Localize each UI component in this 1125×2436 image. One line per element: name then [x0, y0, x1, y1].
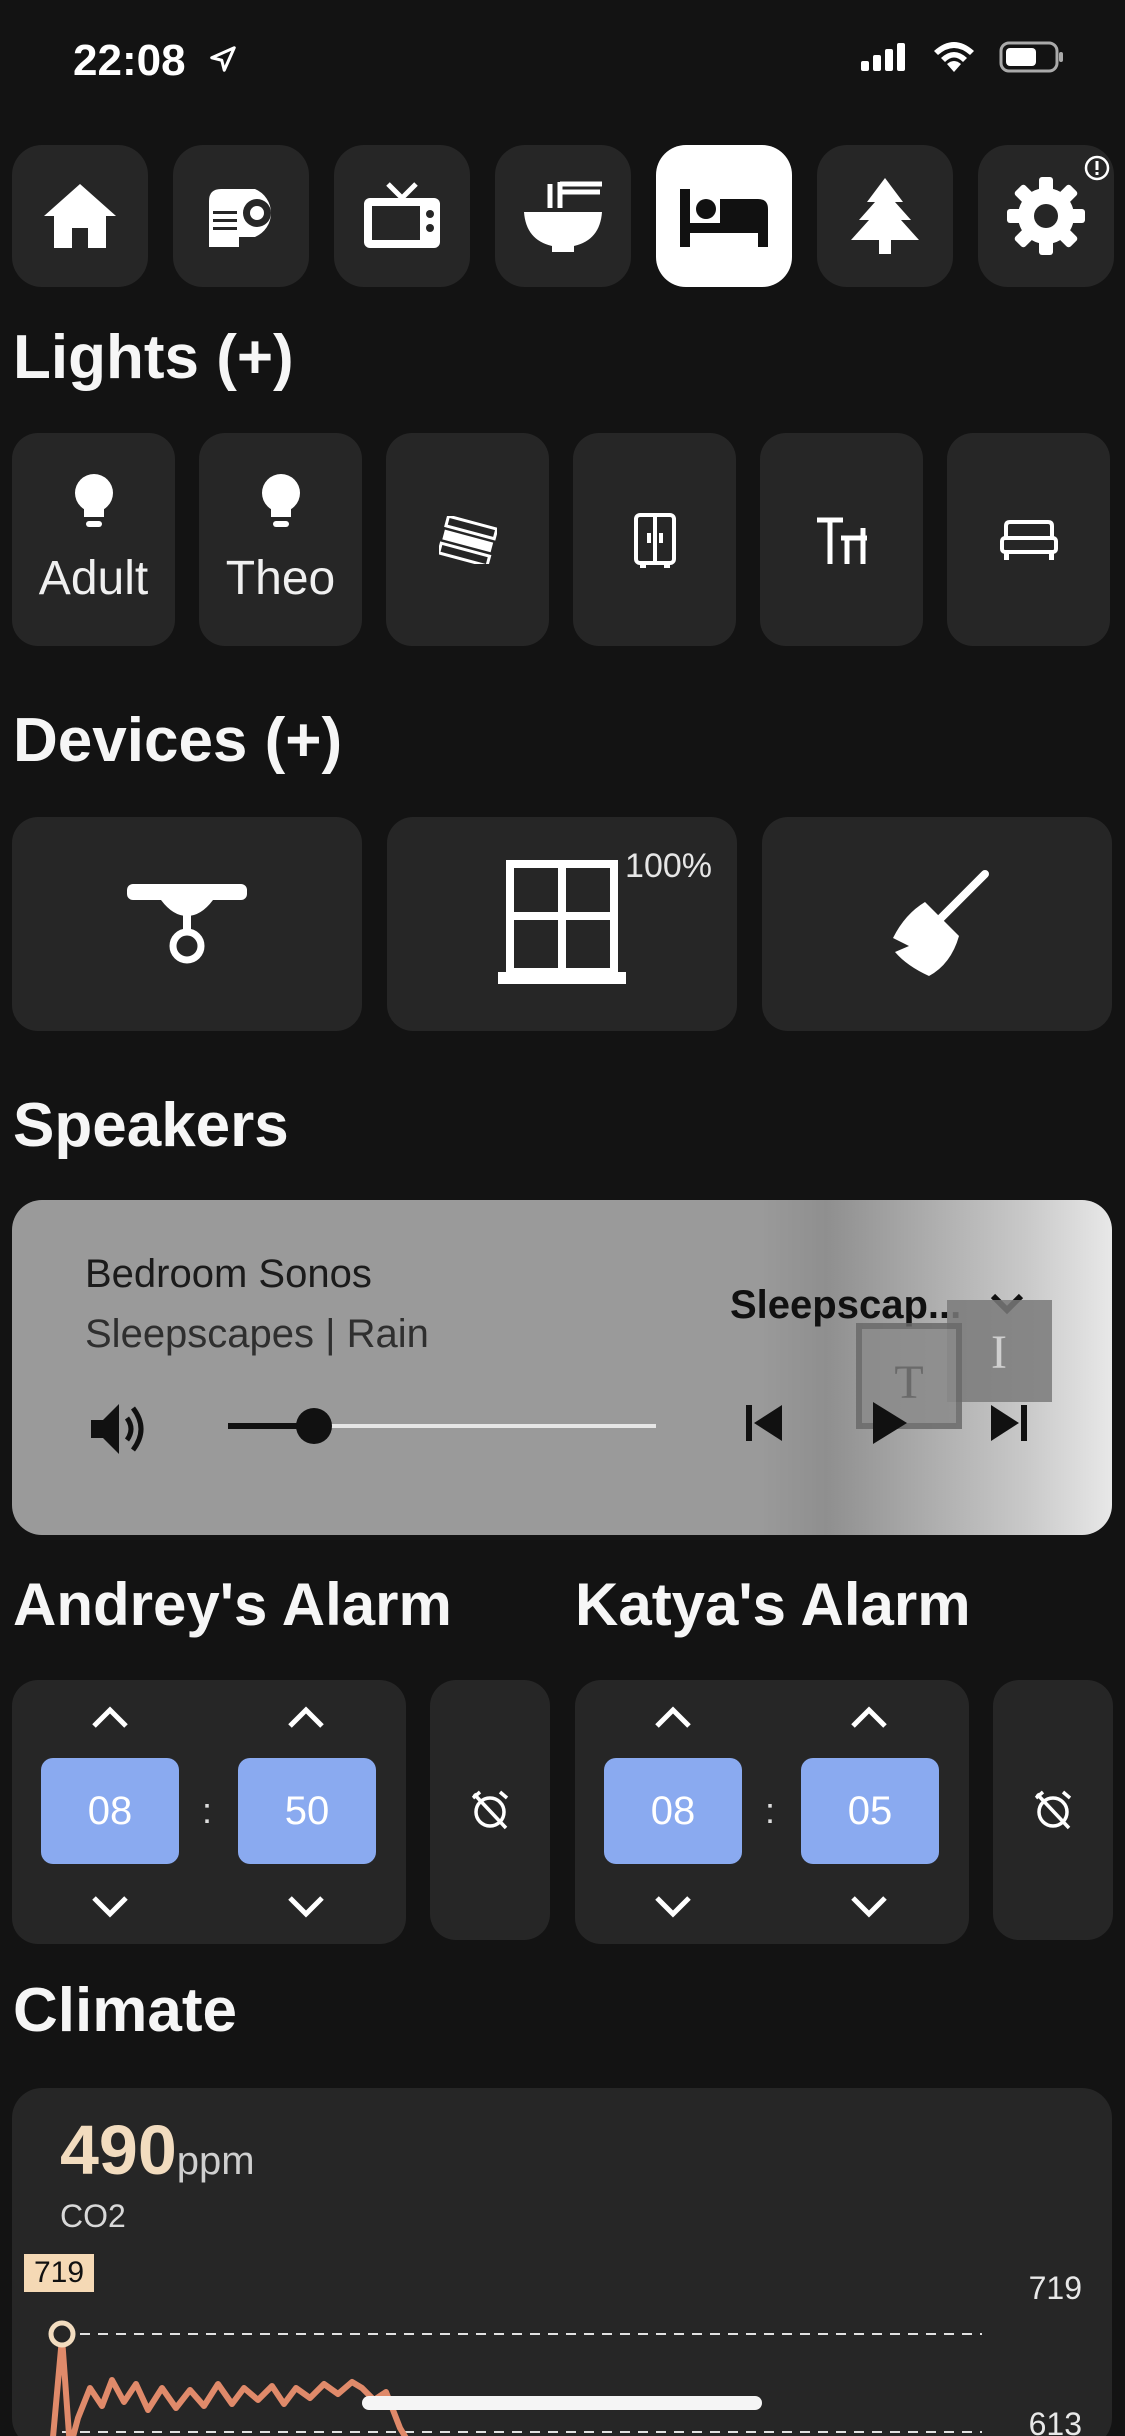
- tab-kitchen[interactable]: [495, 145, 631, 287]
- location-arrow-icon: [210, 46, 236, 72]
- projector-icon: [209, 189, 271, 247]
- lights-heading[interactable]: Lights (+): [13, 322, 294, 393]
- bed-icon: [680, 189, 768, 247]
- hour-up-chevron-icon[interactable]: [90, 1704, 130, 1730]
- status-icons: [859, 40, 1065, 74]
- hour-down-chevron-icon[interactable]: [90, 1894, 130, 1920]
- previous-track-icon[interactable]: [742, 1403, 786, 1443]
- minute-field[interactable]: 50: [238, 1758, 376, 1864]
- signal-icon: [861, 43, 905, 71]
- minute-down-chevron-icon[interactable]: [849, 1894, 889, 1920]
- climate-heading: Climate: [13, 1976, 237, 2045]
- battery-icon: [999, 41, 1063, 73]
- bed-light-icon: [999, 519, 1058, 560]
- light-desk[interactable]: [760, 433, 923, 646]
- speaker-card[interactable]: Bedroom Sonos Sleepscapes | Rain Sleepsc…: [12, 1200, 1112, 1535]
- co2-min-line-label: 613: [1028, 2406, 1082, 2436]
- devices-grid: 100%: [12, 817, 1112, 1031]
- bulb-icon: [261, 474, 300, 527]
- now-playing-track: Sleepscapes | Rain: [85, 1312, 429, 1356]
- blinds-position: 100%: [625, 847, 712, 885]
- light-label: Adult: [38, 552, 149, 605]
- tab-projector[interactable]: [173, 145, 309, 287]
- hour-up-chevron-icon[interactable]: [653, 1704, 693, 1730]
- clock: 22:08: [73, 36, 186, 85]
- co2-card[interactable]: 490ppm CO2 719 719 613: [12, 2088, 1112, 2436]
- minute-up-chevron-icon[interactable]: [286, 1704, 326, 1730]
- co2-max-line-label: 719: [1028, 2270, 1082, 2306]
- light-bed[interactable]: [947, 433, 1110, 646]
- andrey-alarm-heading: Andrey's Alarm: [13, 1571, 452, 1638]
- light-label: Theo: [225, 552, 336, 605]
- light-theo[interactable]: Theo: [199, 433, 362, 646]
- bulb-icon: [74, 474, 113, 527]
- noodle-bowl-icon: [524, 181, 602, 252]
- window-blinds-icon: [498, 860, 626, 984]
- light-strip[interactable]: [386, 433, 549, 646]
- light-adult[interactable]: Adult: [12, 433, 175, 646]
- play-icon[interactable]: [867, 1400, 911, 1446]
- next-track-icon[interactable]: [987, 1403, 1031, 1443]
- status-bar: 22:08: [0, 0, 1125, 120]
- tab-garden[interactable]: [817, 145, 953, 287]
- light-wardrobe[interactable]: [573, 433, 736, 646]
- device-fan[interactable]: [12, 817, 362, 1031]
- led-strip-icon: [438, 515, 497, 564]
- desk-lamp-icon: [816, 517, 867, 564]
- katya-alarm-toggle[interactable]: [993, 1680, 1113, 1940]
- tab-settings[interactable]: [978, 145, 1114, 287]
- tab-home[interactable]: [12, 145, 148, 287]
- hour-field[interactable]: 08: [604, 1758, 742, 1864]
- device-window[interactable]: 100%: [387, 817, 737, 1031]
- volume-icon[interactable]: [87, 1400, 149, 1458]
- katya-alarm-time: 08 : 05: [575, 1680, 969, 1944]
- tab-bedroom[interactable]: [656, 145, 792, 287]
- broom-icon: [893, 870, 989, 976]
- lights-grid: Adult Theo: [12, 433, 1110, 646]
- svg-text:I: I: [991, 1326, 1007, 1379]
- wifi-icon: [934, 42, 974, 72]
- alarm-off-icon: [1034, 1790, 1072, 1830]
- ceiling-fan-icon: [127, 884, 247, 964]
- device-vacuum[interactable]: [762, 817, 1112, 1031]
- minute-down-chevron-icon[interactable]: [286, 1894, 326, 1920]
- home-indicator[interactable]: [362, 2396, 762, 2410]
- speakers-heading: Speakers: [13, 1091, 289, 1160]
- tv-icon: [364, 182, 440, 248]
- devices-heading[interactable]: Devices (+): [13, 705, 342, 776]
- time-separator: :: [765, 1790, 776, 1831]
- hour-down-chevron-icon[interactable]: [653, 1894, 693, 1920]
- katya-alarm-heading: Katya's Alarm: [575, 1571, 971, 1638]
- tree-icon: [851, 178, 919, 254]
- minute-up-chevron-icon[interactable]: [849, 1704, 889, 1730]
- alert-badge-icon: [1084, 155, 1110, 181]
- home-icon: [44, 184, 116, 248]
- speaker-name: Bedroom Sonos: [85, 1252, 372, 1296]
- wardrobe-icon: [633, 512, 676, 568]
- volume-slider-thumb[interactable]: [295, 1408, 332, 1444]
- time-separator: :: [202, 1790, 213, 1831]
- andrey-alarm-toggle[interactable]: [430, 1680, 550, 1940]
- tab-tv[interactable]: [334, 145, 470, 287]
- room-tabs: [12, 145, 1125, 287]
- alarm-off-icon: [471, 1790, 509, 1830]
- andrey-alarm-time: 08 : 50: [12, 1680, 406, 1944]
- minute-field[interactable]: 05: [801, 1758, 939, 1864]
- hour-field[interactable]: 08: [41, 1758, 179, 1864]
- co2-sparkline: [48, 2320, 982, 2436]
- gear-icon: [1007, 177, 1085, 255]
